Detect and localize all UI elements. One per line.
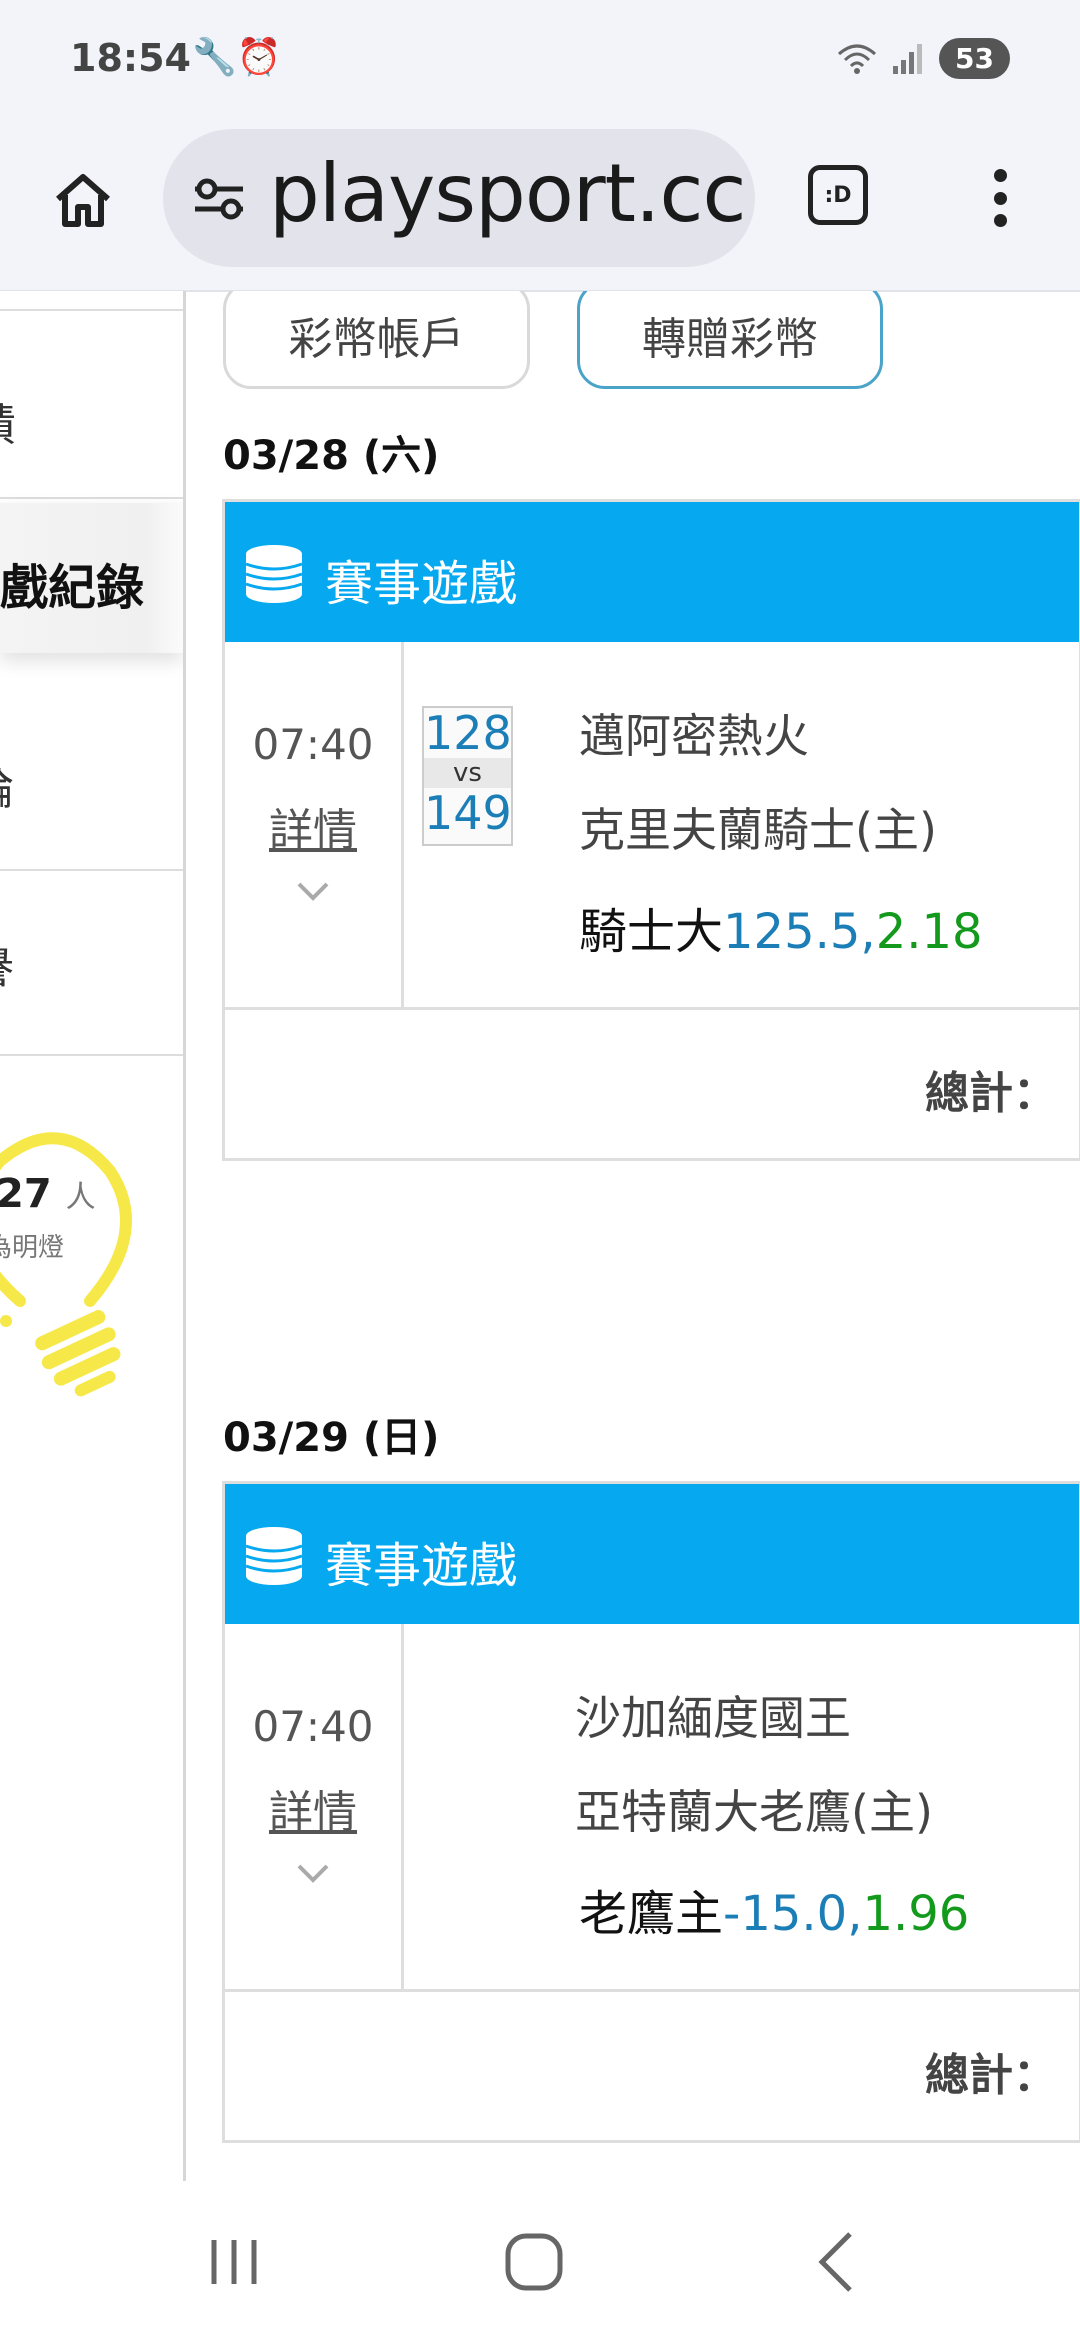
match-card: 賽事遊戲 07:40 詳情 128 vs 149 邁阿密熱火 克里夫蘭騎士(主)… xyxy=(222,499,1080,1161)
menu-dot xyxy=(993,169,1007,182)
url-text[interactable]: playsport.cc xyxy=(269,147,746,240)
total-label: 總計： xyxy=(925,2050,1057,2101)
coins-icon xyxy=(245,545,303,603)
menu-dot xyxy=(993,191,1007,205)
light-bulb-widget[interactable]: 27 人 為明燈 xyxy=(0,1131,180,1431)
pick-odds: 2.18 xyxy=(875,904,983,960)
away-team: 邁阿密熱火 xyxy=(579,709,809,763)
home-nav-icon[interactable] xyxy=(494,2222,574,2302)
section-date: 03/29 (日) xyxy=(223,1415,440,1461)
away-score: 128 xyxy=(424,706,512,760)
pick-name: 騎士大 xyxy=(579,904,724,960)
coin-account-button[interactable]: 彩幣帳戶 xyxy=(223,291,530,389)
status-right-icons: 53 xyxy=(837,38,1010,79)
wifi-icon xyxy=(838,44,877,74)
bulb-count: 27 人 xyxy=(0,1171,96,1217)
side-menu-label: 戲紀錄 xyxy=(0,560,145,616)
card-header: 賽事遊戲 xyxy=(225,502,1079,642)
bulb-count-number: 27 xyxy=(0,1171,52,1217)
vs-label: vs xyxy=(424,758,511,788)
card-title: 賽事遊戲 xyxy=(325,1538,518,1594)
battery-badge: 53 xyxy=(939,38,1010,79)
pick: 騎士大125.5,2.18 xyxy=(579,892,983,962)
score-box: 128 vs 149 xyxy=(422,706,513,846)
tab-switcher-button[interactable]: :D xyxy=(808,165,868,225)
back-icon[interactable] xyxy=(798,2222,878,2302)
match-time: 07:40 xyxy=(252,720,374,769)
side-menu: 績 戲紀錄 論 譽 27 人 為明燈 xyxy=(0,291,186,2181)
browser-menu-button[interactable] xyxy=(978,163,1022,233)
chevron-down-icon[interactable] xyxy=(295,874,331,910)
home-team: 亞特蘭大老鷹(主) xyxy=(575,1785,933,1839)
bulb-count-unit: 人 xyxy=(65,1180,96,1215)
coins-icon xyxy=(245,1527,303,1585)
pick-line: 125.5, xyxy=(723,904,876,960)
side-menu-label: 譽 xyxy=(0,933,14,997)
main-content: 彩幣帳戶 轉贈彩幣 03/28 (六) 賽事遊戲 07:40 詳情 128 vs… xyxy=(186,291,1080,2181)
home-icon xyxy=(56,174,110,227)
status-time: 18:54 xyxy=(70,36,191,80)
side-menu-item-active[interactable]: 戲紀錄 xyxy=(0,503,183,653)
card-header: 賽事遊戲 xyxy=(225,1484,1079,1624)
signal-icon xyxy=(893,43,923,74)
detail-link[interactable]: 詳情 xyxy=(225,1776,401,1840)
address-bar[interactable]: playsport.cc xyxy=(163,129,755,267)
side-menu-label: 績 xyxy=(0,389,16,453)
section-date: 03/28 (六) xyxy=(223,433,440,479)
total-label: 總計： xyxy=(925,1068,1057,1119)
match-time-column: 07:40 詳情 xyxy=(225,1624,404,1989)
away-team: 沙加緬度國王 xyxy=(575,1691,851,1745)
site-settings-icon[interactable] xyxy=(191,171,247,227)
menu-dot xyxy=(993,214,1007,227)
side-menu-item[interactable]: 績 xyxy=(0,309,183,499)
chevron-down-icon[interactable] xyxy=(295,1856,331,1892)
browser-toolbar: playsport.cc :D xyxy=(0,125,1080,292)
match-row: 07:40 詳情 沙加緬度國王 亞特蘭大老鷹(主) 老鷹主-15.0,1.96 xyxy=(225,1624,1079,1992)
match-row: 07:40 詳情 128 vs 149 邁阿密熱火 克里夫蘭騎士(主) 騎士大1… xyxy=(225,642,1079,1010)
side-menu-item[interactable]: 譽 xyxy=(0,871,183,1056)
bulb-label: 為明燈 xyxy=(0,1233,65,1263)
pick-line: -15.0, xyxy=(723,1886,863,1942)
system-nav-bar xyxy=(0,2182,1080,2340)
home-team: 克里夫蘭騎士(主) xyxy=(579,803,937,857)
wrench-alarm-icons: 🔧⏰ xyxy=(192,37,282,78)
transfer-coins-button[interactable]: 轉贈彩幣 xyxy=(577,291,883,389)
recent-apps-icon[interactable] xyxy=(194,2222,274,2302)
status-bar: 18:54 🔧⏰ 53 xyxy=(0,0,1080,125)
card-title: 賽事遊戲 xyxy=(325,556,518,612)
detail-link[interactable]: 詳情 xyxy=(225,794,401,858)
side-menu-label: 論 xyxy=(0,753,14,817)
side-menu-item[interactable]: 論 xyxy=(0,681,183,871)
pick-name: 老鷹主 xyxy=(579,1886,724,1942)
match-time: 07:40 xyxy=(252,1702,374,1751)
home-button[interactable] xyxy=(48,165,118,235)
pick: 老鷹主-15.0,1.96 xyxy=(579,1874,969,1944)
match-time-column: 07:40 詳情 xyxy=(225,642,404,1007)
home-score: 149 xyxy=(424,786,512,840)
pick-odds: 1.96 xyxy=(862,1886,970,1942)
match-card: 賽事遊戲 07:40 詳情 沙加緬度國王 亞特蘭大老鷹(主) 老鷹主-15.0,… xyxy=(222,1481,1080,2143)
